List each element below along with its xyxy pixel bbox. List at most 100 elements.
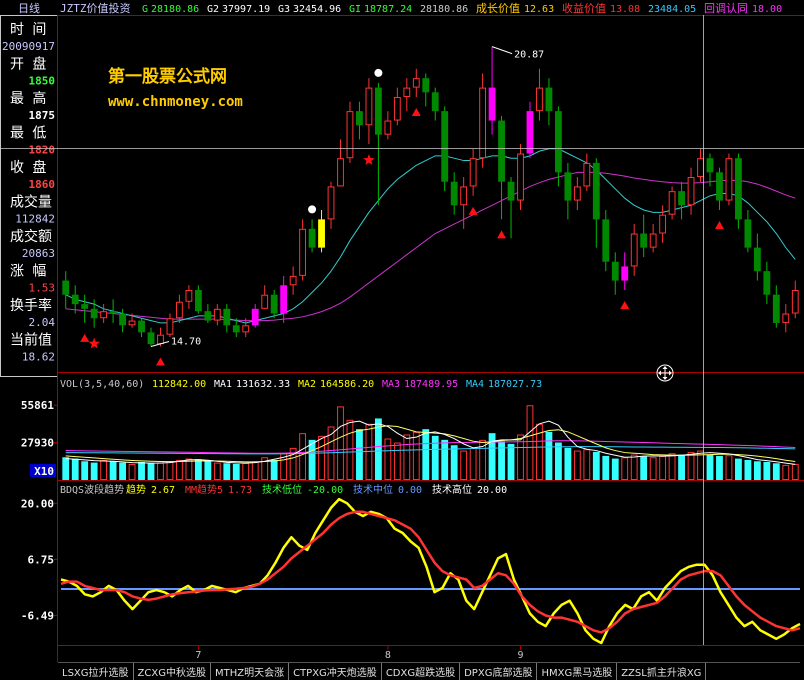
- info-panel: 时 间 20090917 开 盘 1850 最 高 1875 最 低 1820 收 盘 1860 成…: [2, 22, 55, 364]
- volume-y-label: 55861: [21, 399, 54, 412]
- volume-bar: [630, 454, 638, 480]
- header-g-label: G: [142, 4, 148, 15]
- watermark-url: www.chnmoney.com: [108, 94, 243, 110]
- buy-triangle-icon: [155, 357, 165, 366]
- candle-body: [384, 120, 392, 135]
- info-value: 1875: [29, 109, 56, 122]
- volume-bar: [659, 455, 667, 481]
- header-g-value: 37997.19: [222, 4, 270, 15]
- volume-y-label: 27930: [21, 437, 54, 450]
- volume-bar: [706, 454, 714, 480]
- candle-body: [573, 186, 581, 201]
- volume-bar: [176, 459, 183, 481]
- candle-body: [583, 162, 591, 187]
- volume-bar: [119, 462, 126, 480]
- indicator-lines: [60, 497, 801, 645]
- info-label: 涨 幅: [10, 264, 46, 280]
- candle-body: [157, 334, 164, 345]
- volume-ma1-line: [65, 420, 796, 465]
- volume-bar: [602, 455, 610, 480]
- candle-body: [479, 87, 487, 159]
- buy-triangle-icon: [411, 108, 421, 117]
- indicator-y-label: 6.75: [28, 553, 55, 566]
- formula-tab[interactable]: CDXG超跌选股: [382, 663, 461, 680]
- indicator-readout-value: 1.73: [228, 485, 252, 496]
- info-value: 112842: [15, 213, 55, 226]
- volume-readout-label: MA1: [214, 379, 232, 390]
- candle-body: [337, 158, 344, 187]
- correction-value: 18.00: [752, 4, 782, 15]
- growth-label: 成长价值: [476, 2, 520, 15]
- formula-tab[interactable]: MTHZ明天会涨: [211, 663, 290, 680]
- volume-bar: [564, 447, 572, 480]
- info-label: 开 盘: [10, 56, 46, 73]
- candle-body: [536, 87, 543, 112]
- volume-readout-value: 164586.20: [320, 379, 374, 390]
- info-value: 18.62: [22, 351, 55, 364]
- volume-bar: [194, 459, 202, 480]
- header-g-label: G3: [278, 4, 290, 15]
- volume-bar: [185, 458, 193, 480]
- candle-body: [782, 313, 790, 323]
- candle-body: [356, 111, 363, 126]
- high-pointer: [491, 46, 513, 55]
- volume-bar: [441, 439, 449, 480]
- correction-label: 回调认同: [704, 2, 748, 15]
- header-values: G 28180.86 G2 37997.19 G3 32454.96 GI 18787.24 2…: [142, 1, 782, 15]
- volume-bar: [412, 431, 420, 480]
- volume-bar: [100, 459, 108, 481]
- indicator-readout-label: 技术高位: [432, 483, 472, 496]
- candle-body: [261, 294, 269, 309]
- volume-bar: [621, 457, 629, 480]
- info-label: 成交量: [10, 194, 52, 211]
- info-label: 当前值: [10, 332, 52, 349]
- trend-line: [60, 497, 801, 645]
- star-icon: [88, 337, 100, 349]
- indicator-readout-value: 0.00: [398, 485, 422, 496]
- volume-bar: [735, 458, 742, 480]
- formula-tab[interactable]: ZZSL抓主升浪XG: [617, 663, 707, 680]
- volume-bar: [678, 454, 685, 480]
- candle-body: [460, 186, 468, 206]
- candle-body: [374, 87, 382, 135]
- header-g-value: 28180.86: [420, 4, 468, 15]
- volume-bar: [251, 461, 259, 481]
- volume-readout-value: 187489.95: [404, 379, 458, 390]
- formula-tab[interactable]: LSXG拉升选股: [58, 663, 134, 680]
- volume-readout-label: MA3: [382, 379, 400, 390]
- volume-bar: [753, 461, 761, 480]
- candlesticks: [62, 46, 799, 347]
- indicator-title: BDQS波段趋势: [60, 483, 124, 496]
- candle-body: [678, 191, 685, 206]
- candle-body: [365, 87, 373, 126]
- volume-bar: [640, 456, 648, 480]
- volume-bars: [62, 405, 799, 481]
- volume-bar: [498, 441, 505, 480]
- candle-body: [204, 311, 212, 321]
- volume-bar: [166, 461, 174, 481]
- candle-body: [270, 294, 278, 314]
- volume-readout: 112842.00 MA1 131632.33 MA2 164586.20 MA3 1874…: [152, 379, 542, 390]
- period-label[interactable]: 日线: [18, 1, 40, 15]
- volume-bar: [318, 435, 325, 480]
- indicator-readout: 趋势 2.67 MM趋势5 1.73 技术低位 -20.00 技术中位 0.00 技术高位 20.…: [126, 483, 507, 496]
- sell-dot-icon: [308, 205, 317, 214]
- volume-bar: [526, 405, 534, 481]
- volume-bar: [128, 463, 136, 480]
- info-value: 1860: [29, 178, 56, 191]
- move-cursor-icon[interactable]: [656, 364, 674, 382]
- candle-body: [716, 172, 723, 201]
- candle-body: [166, 318, 174, 335]
- indicator-readout-value: 20.00: [477, 485, 507, 496]
- candle-body: [697, 158, 704, 178]
- volume-bar: [393, 442, 401, 481]
- formula-tab[interactable]: ZCXG中秋选股: [134, 663, 211, 680]
- candle-body: [564, 172, 572, 201]
- volume-bar: [242, 462, 250, 480]
- volume-bar: [71, 458, 79, 480]
- formula-tab-bar: LSXG拉升选股 ZCXG中秋选股 MTHZ明天会涨 CTPXG冲天炮选股 CDXG超跌…: [58, 662, 800, 680]
- formula-tab[interactable]: CTPXG冲天炮选股: [289, 663, 382, 680]
- formula-tab[interactable]: HMXG黑马选股: [537, 663, 618, 680]
- formula-tab[interactable]: DPXG底部选股: [460, 663, 538, 680]
- volume-bar: [403, 434, 411, 480]
